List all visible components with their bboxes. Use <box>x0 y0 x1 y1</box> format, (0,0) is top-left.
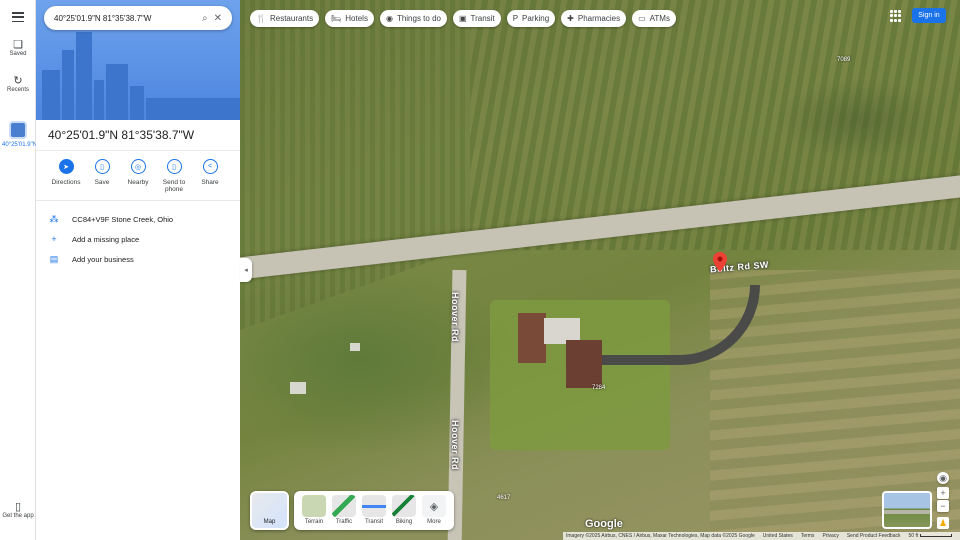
road-label-hoover: Hoover Rd <box>450 420 460 471</box>
chevron-left-icon: ◂ <box>244 267 248 274</box>
building <box>290 382 306 394</box>
layer-more[interactable]: ◈ More <box>422 495 446 526</box>
feedback-link[interactable]: Send Product Feedback <box>847 533 901 539</box>
building <box>350 343 360 351</box>
place-title: 40°25'01.9"N 81°35'38.7"W <box>48 128 195 142</box>
address-number: 7089 <box>837 57 851 63</box>
search-input[interactable]: 40°25'01.9"N 81°35'38.7"W <box>54 14 196 23</box>
parking-icon: P <box>512 14 519 23</box>
address-number: 7284 <box>592 385 606 391</box>
business-icon: ▤ <box>49 254 59 264</box>
plus-code-icon: ⁂ <box>49 214 59 224</box>
add-missing-place-row[interactable]: + Add a missing place <box>48 234 139 244</box>
chip-hotels[interactable]: 🛏 Hotels <box>325 10 374 27</box>
phone-icon: ▯ <box>14 501 22 513</box>
scale-bar <box>919 534 952 538</box>
place-panel: 40°25'01.9"N 81°35'38.7"W ⌕ ✕ 40°25'01.9… <box>36 0 240 540</box>
menu-icon[interactable] <box>12 12 24 22</box>
zoom-in-button[interactable]: + <box>937 487 949 499</box>
search-icon[interactable]: ⌕ <box>202 13 208 24</box>
country-link[interactable]: United States <box>763 533 793 539</box>
scale-label[interactable]: 50 ft <box>909 533 952 539</box>
imagery-attribution: Imagery ©2025 Airbus, CNES / Airbus, Max… <box>566 533 755 539</box>
address-number: 4617 <box>497 495 511 501</box>
location-icon: ◉ <box>939 472 947 483</box>
plus-code-row[interactable]: ⁂ CC84+V9F Stone Creek, Ohio <box>48 214 174 225</box>
chip-things-to-do[interactable]: ◉ Things to do <box>379 10 447 27</box>
save-button[interactable]: ▯ Save <box>84 158 120 193</box>
layer-biking[interactable]: Biking <box>392 495 416 526</box>
phone-icon: ▯ <box>166 159 182 174</box>
road-label-hoover: Hoover Rd <box>450 292 460 343</box>
search-box[interactable]: 40°25'01.9"N 81°35'38.7"W ⌕ ✕ <box>44 6 232 30</box>
divider <box>36 200 240 201</box>
add-location-icon: + <box>51 234 57 244</box>
minus-icon: − <box>940 501 946 511</box>
chip-pharmacies[interactable]: ✚ Pharmacies <box>561 10 627 27</box>
layer-terrain[interactable]: Terrain <box>302 495 326 526</box>
share-icon: < <box>202 159 218 174</box>
nearby-icon: ◎ <box>130 159 146 174</box>
sign-in-button[interactable]: Sign in <box>912 8 946 23</box>
directions-button[interactable]: ➤ Directions <box>48 158 84 193</box>
chip-atms[interactable]: ▭ ATMs <box>632 10 676 27</box>
hotel-icon: 🛏 <box>331 14 342 23</box>
chip-parking[interactable]: P Parking <box>506 10 556 27</box>
layer-transit[interactable]: Transit <box>362 495 386 526</box>
building <box>518 313 546 363</box>
left-rail: ❏ Saved ↻ Recents 40°25'01.9"N ▯ Get the… <box>0 0 37 540</box>
transit-icon: ▣ <box>458 14 467 23</box>
camera-icon: ◉ <box>385 14 393 23</box>
recent-place-thumbnail[interactable] <box>9 121 27 139</box>
atm-icon: ▭ <box>638 14 646 23</box>
location-pin-icon[interactable] <box>713 252 727 272</box>
traffic-icon <box>332 495 356 517</box>
street-view-thumbnail[interactable] <box>882 491 932 529</box>
satellite-map[interactable]: Boltz Rd SW Hoover Rd Hoover Rd 7089 461… <box>240 0 960 540</box>
terrain-icon <box>302 495 326 517</box>
restaurant-icon: 🍴 <box>256 14 266 23</box>
category-chips: 🍴 Restaurants 🛏 Hotels ◉ Things to do ▣ Tran… <box>250 10 676 27</box>
directions-icon: ➤ <box>58 159 74 174</box>
action-buttons: ➤ Directions ▯ Save ◎ Nearby ▯ Send to phone… <box>48 158 228 193</box>
biking-icon <box>392 495 416 517</box>
add-business-row[interactable]: ▤ Add your business <box>48 254 134 265</box>
field <box>240 0 470 330</box>
pharmacy-icon: ✚ <box>567 14 574 23</box>
recents-button[interactable]: ↻ Recents <box>0 74 36 93</box>
nearby-button[interactable]: ◎ Nearby <box>120 158 156 193</box>
share-button[interactable]: < Share <box>192 158 228 193</box>
close-icon[interactable]: ✕ <box>214 13 222 24</box>
terms-link[interactable]: Terms <box>801 533 815 539</box>
collapse-panel-button[interactable]: ◂ <box>240 258 252 282</box>
apps-grid-icon[interactable] <box>890 10 902 22</box>
map-footer: Imagery ©2025 Airbus, CNES / Airbus, Max… <box>563 532 960 540</box>
zoom-out-button[interactable]: − <box>937 500 949 512</box>
layers-icon: ◈ <box>422 495 446 517</box>
saved-button[interactable]: ❏ Saved <box>0 38 36 57</box>
divider <box>36 150 240 151</box>
privacy-link[interactable]: Privacy <box>822 533 838 539</box>
plus-icon: + <box>940 488 946 498</box>
layer-traffic[interactable]: Traffic <box>332 495 356 526</box>
bookmark-icon: ❏ <box>13 39 23 51</box>
building <box>566 340 602 388</box>
map-type-toggle[interactable]: Map <box>250 491 289 530</box>
send-to-phone-button[interactable]: ▯ Send to phone <box>156 158 192 193</box>
chip-restaurants[interactable]: 🍴 Restaurants <box>250 10 320 27</box>
transit-icon <box>362 495 386 517</box>
google-logo: Google <box>585 518 623 530</box>
layers-panel: Terrain Traffic Transit Biking ◈ More <box>294 491 454 530</box>
history-icon: ↻ <box>13 75 23 87</box>
recent-place-label[interactable]: 40°25'01.9"N <box>2 141 37 149</box>
get-app-button[interactable]: ▯ Get the app <box>0 500 36 519</box>
bookmark-icon: ▯ <box>94 159 110 174</box>
my-location-button[interactable]: ◉ <box>937 472 949 484</box>
chip-transit[interactable]: ▣ Transit <box>452 10 501 27</box>
pegman-icon[interactable]: ♟ <box>937 517 949 529</box>
